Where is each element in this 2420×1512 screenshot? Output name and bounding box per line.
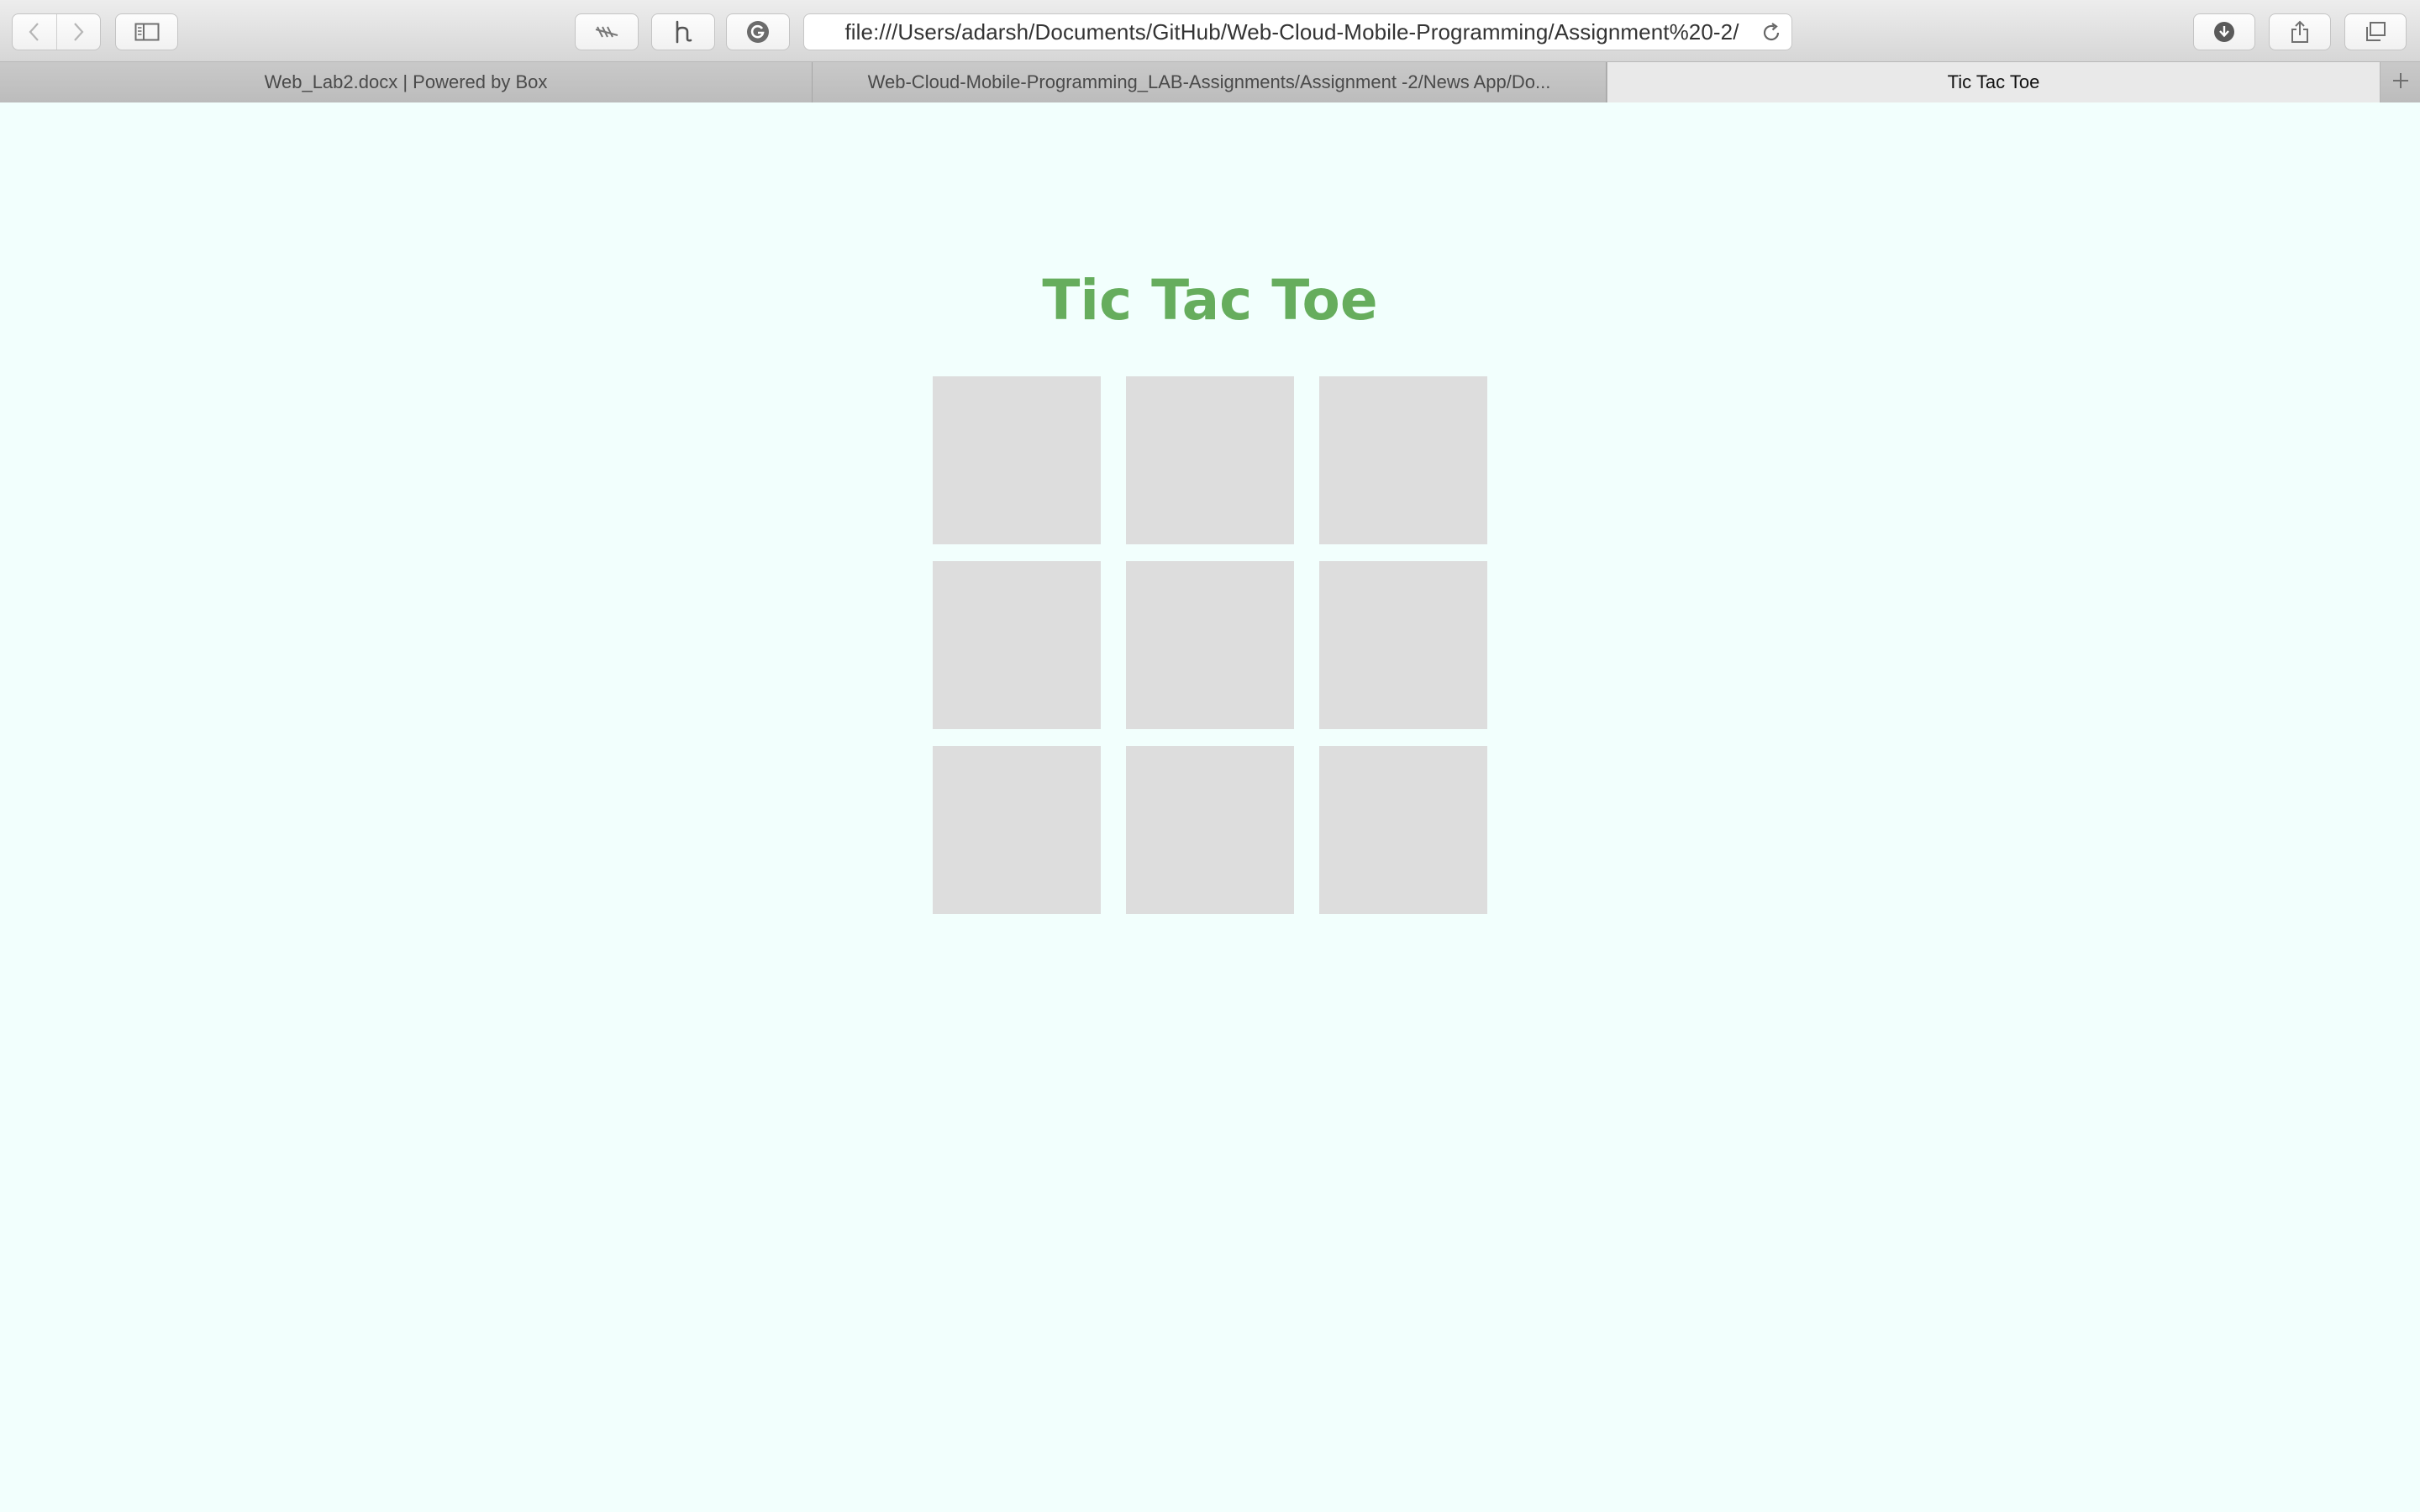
hypothesis-icon [673,20,693,44]
board-cell-2[interactable] [1126,376,1294,544]
forward-button[interactable] [55,14,100,50]
sidebar-button[interactable] [115,13,178,50]
board-cell-6[interactable] [1319,561,1487,729]
extension-button-3[interactable] [726,13,790,50]
reload-icon[interactable] [1760,21,1783,49]
tab-github-assignment[interactable]: Web-Cloud-Mobile-Programming_LAB-Assignm… [813,62,1607,102]
download-icon [2212,20,2236,44]
browser-toolbar: file:///Users/adarsh/Documents/GitHub/We… [0,0,2420,62]
board-cell-9[interactable] [1319,746,1487,914]
tab-tic-tac-toe[interactable]: Tic Tac Toe [1607,62,2381,102]
sidebar-icon [134,23,160,41]
tabs-overview-icon [2364,21,2387,43]
share-icon [2289,19,2311,45]
board-cell-4[interactable] [933,561,1101,729]
extension-button-1[interactable] [575,13,639,50]
grammarly-icon [745,19,771,45]
address-bar[interactable]: file:///Users/adarsh/Documents/GitHub/We… [803,13,1792,50]
back-button[interactable] [13,14,56,50]
plus-icon [2391,71,2411,95]
page-title: Tic Tac Toe [1042,268,1378,333]
tab-label: Tic Tac Toe [1947,71,2040,92]
tab-label: Web_Lab2.docx | Powered by Box [264,71,548,92]
chevron-left-icon [28,22,41,42]
new-tab-button[interactable] [2381,62,2420,102]
board-cell-7[interactable] [933,746,1101,914]
share-button[interactable] [2269,13,2331,50]
board-cell-1[interactable] [933,376,1101,544]
tab-strip: Web_Lab2.docx | Powered by Box Web-Cloud… [0,62,2420,102]
chevron-right-icon [71,22,85,42]
board-cell-8[interactable] [1126,746,1294,914]
game-board [933,376,1487,914]
navigation-buttons [12,13,101,50]
board-cell-3[interactable] [1319,376,1487,544]
strikethrough-icon [594,22,619,42]
downloads-button[interactable] [2193,13,2255,50]
extension-button-2[interactable] [651,13,715,50]
board-cell-5[interactable] [1126,561,1294,729]
tab-web-lab2[interactable]: Web_Lab2.docx | Powered by Box [0,62,813,102]
tab-label: Web-Cloud-Mobile-Programming_LAB-Assignm… [867,71,1551,92]
tabs-overview-button[interactable] [2344,13,2407,50]
address-bar-url: file:///Users/adarsh/Documents/GitHub/We… [844,18,1739,45]
